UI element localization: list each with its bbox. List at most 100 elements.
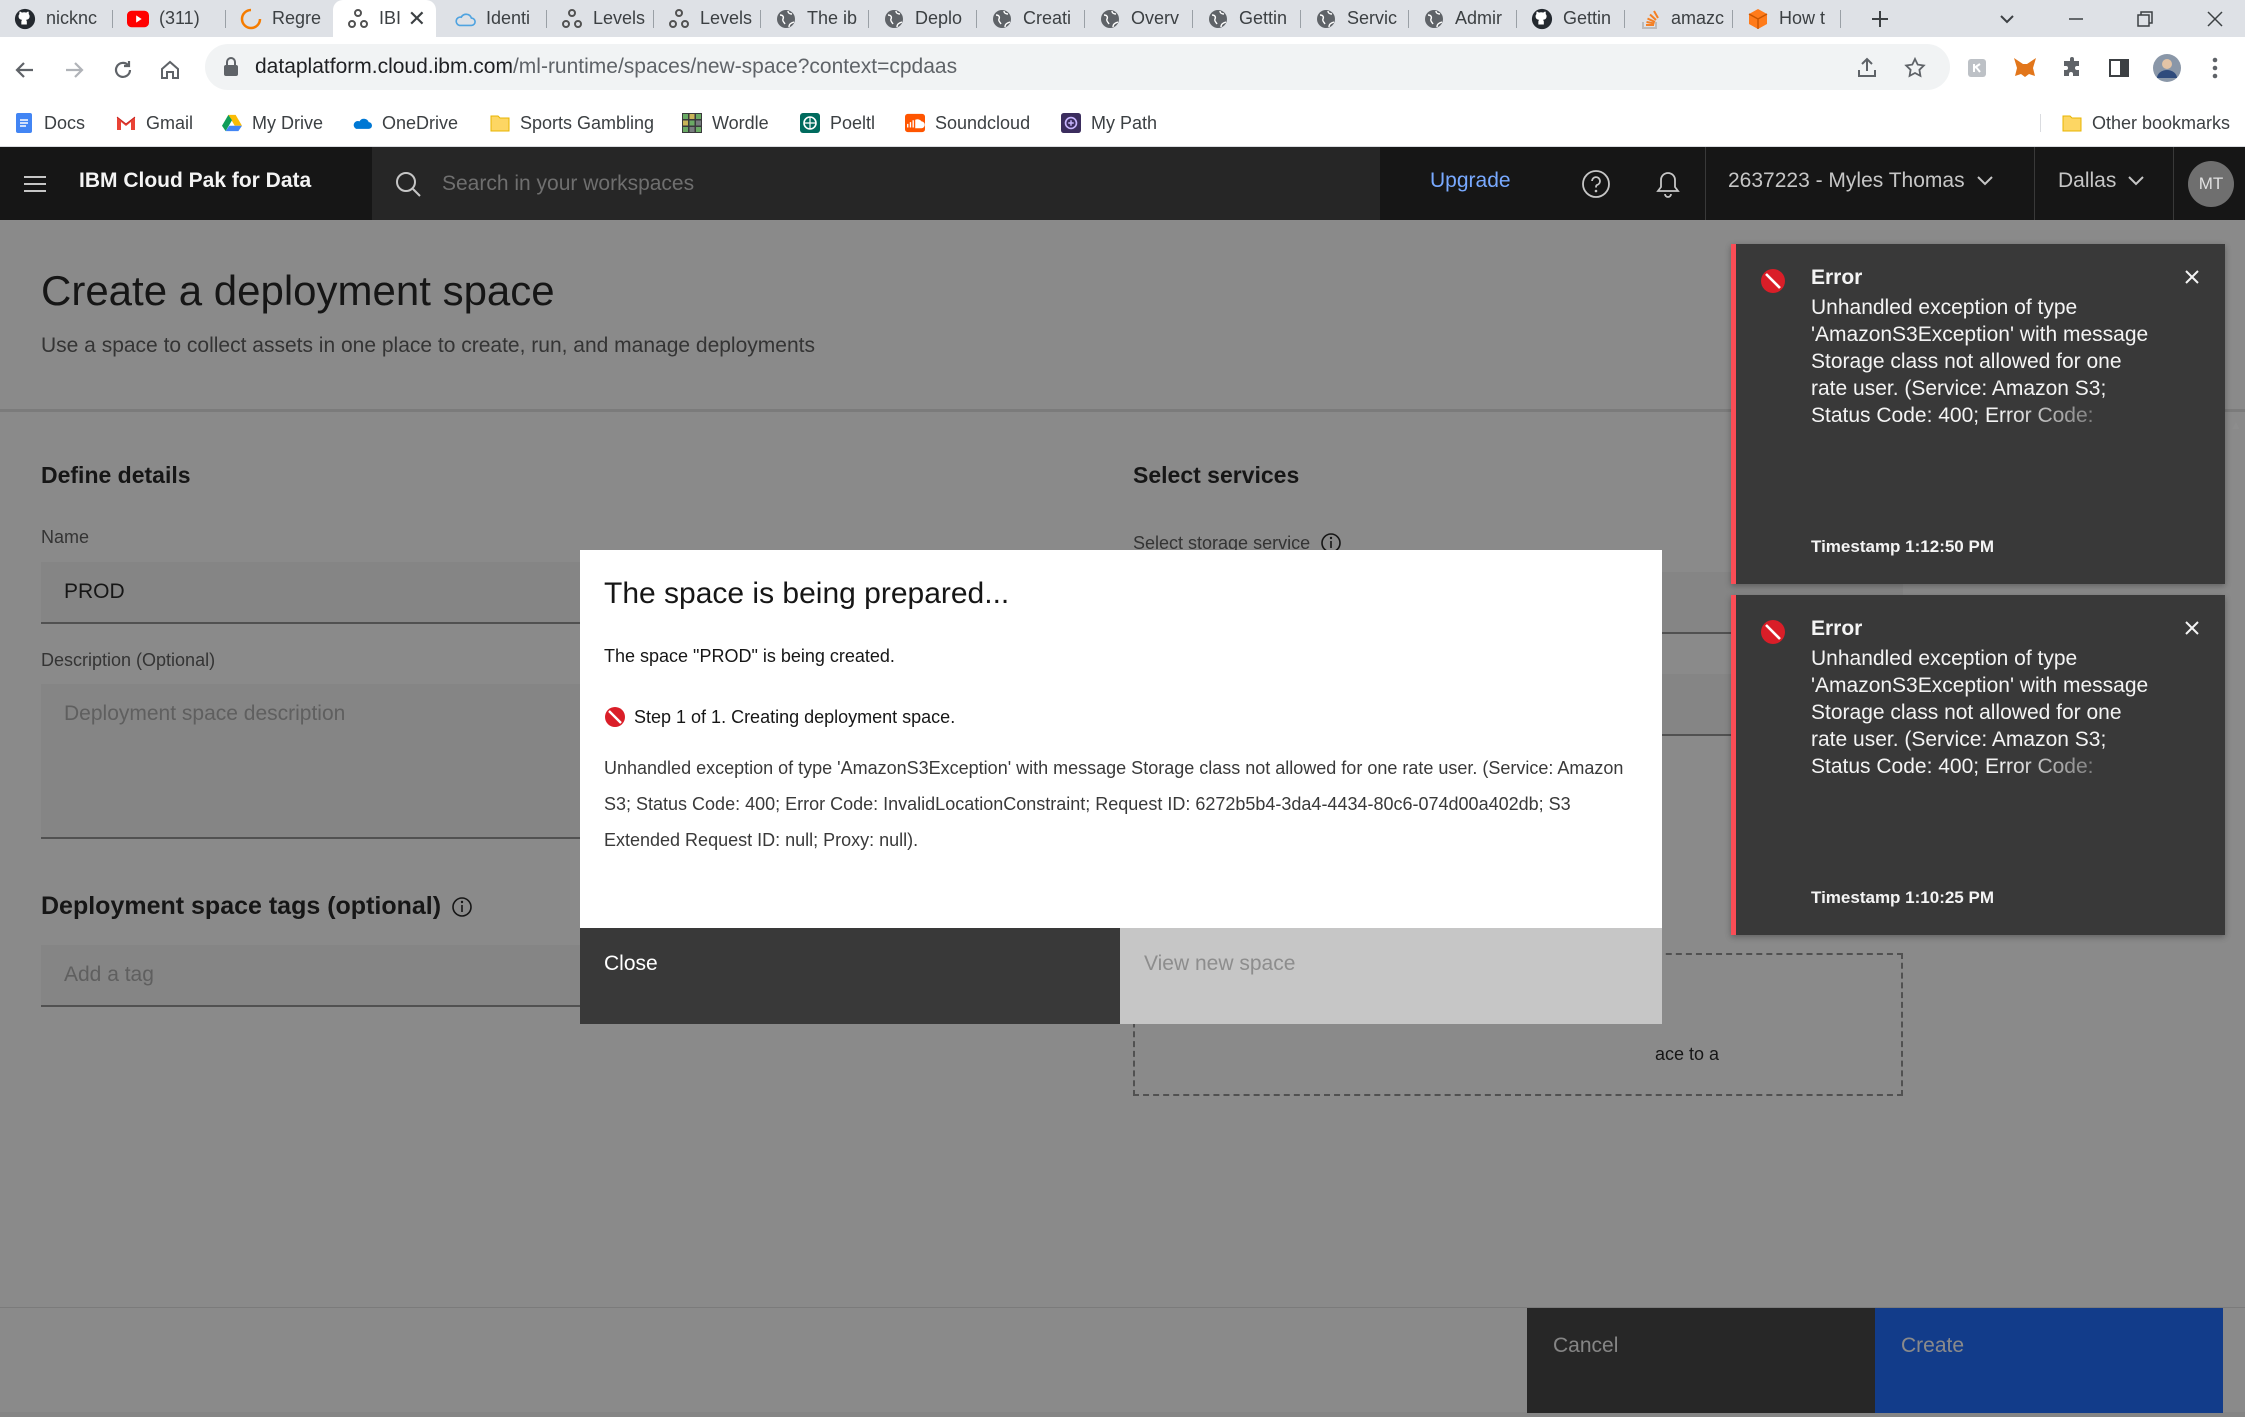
search-input[interactable] <box>442 171 1342 196</box>
youtube-icon <box>127 8 149 30</box>
tab-search-icon[interactable] <box>1982 0 2032 37</box>
browser-tab[interactable]: Creati <box>977 0 1084 37</box>
toast-timestamp: Timestamp 1:10:25 PM <box>1811 888 1994 907</box>
product-name[interactable]: IBM Cloud Pak for Data <box>79 169 311 193</box>
forward-icon[interactable] <box>51 47 97 93</box>
browser-tab[interactable]: Servic <box>1301 0 1408 37</box>
home-icon[interactable] <box>147 47 193 93</box>
toast-close-icon[interactable] <box>2183 619 2201 637</box>
bookmark-sports-gambling[interactable]: Sports Gambling <box>490 106 654 140</box>
toast-fade <box>1811 402 2151 432</box>
reload-icon[interactable] <box>100 47 146 93</box>
header-divider <box>2173 147 2174 220</box>
help-icon[interactable] <box>1573 161 1619 207</box>
bookmark-wordle[interactable]: Wordle <box>682 106 769 140</box>
share-icon[interactable] <box>1850 51 1884 85</box>
hamburger-menu-icon[interactable] <box>12 161 58 207</box>
browser-tab[interactable]: Regre <box>226 0 333 37</box>
browser-tab[interactable]: The ib <box>761 0 868 37</box>
region-switcher[interactable]: Dallas <box>2058 169 2145 193</box>
browser-tab[interactable]: Overv <box>1085 0 1192 37</box>
url-path: /ml-runtime/spaces/new-space?context=cpd… <box>512 55 958 78</box>
address-bar[interactable]: dataplatform.cloud.ibm.com/ml-runtime/sp… <box>205 44 1950 90</box>
modal-error-message: Unhandled exception of type 'AmazonS3Exc… <box>604 758 1624 850</box>
browser-tab[interactable]: (311) <box>113 0 225 37</box>
globe-icon <box>1423 8 1445 30</box>
bookmark-other-bookmarks[interactable]: Other bookmarks <box>2062 106 2230 140</box>
browser-tab[interactable]: Gettin <box>1193 0 1300 37</box>
gmail-icon <box>116 113 136 133</box>
error-icon <box>604 706 626 728</box>
bookmark-label: Poeltl <box>830 112 876 133</box>
browser-tab[interactable]: Deplo <box>869 0 976 37</box>
browser-tab-active[interactable]: IBI ✕ <box>333 0 436 37</box>
profile-avatar-icon[interactable] <box>2150 51 2184 85</box>
toast-title: Error <box>1811 266 1863 289</box>
progress-modal: The space is being prepared... The space… <box>580 550 1662 1024</box>
tab-separator <box>1840 10 1841 28</box>
bookmark-my-drive[interactable]: My Drive <box>222 106 323 140</box>
account-name: 2637223 - Myles Thomas <box>1728 169 1965 192</box>
browser-menu-icon[interactable] <box>2198 51 2232 85</box>
tab-label: Overv <box>1131 8 1180 28</box>
browser-tab[interactable]: How t <box>1733 0 1840 37</box>
tab-label: Gettin <box>1563 8 1612 28</box>
docs-icon <box>14 113 34 133</box>
bookmark-soundcloud[interactable]: Soundcloud <box>905 106 1030 140</box>
toast-title: Error <box>1811 617 1863 640</box>
bookmark-label: Docs <box>44 112 86 133</box>
tab-label: nicknc <box>46 8 98 28</box>
browser-tab[interactable]: Gettin <box>1517 0 1624 37</box>
restore-icon[interactable] <box>2120 0 2170 37</box>
close-button[interactable]: Close <box>580 928 1120 1024</box>
tab-label: (311) <box>159 8 200 28</box>
drive-icon <box>222 113 242 133</box>
browser-tab[interactable]: Admir <box>1409 0 1516 37</box>
bookmark-label: Wordle <box>712 112 769 133</box>
browser-tab[interactable]: Identi <box>440 0 546 37</box>
extensions-puzzle-icon[interactable] <box>2055 51 2089 85</box>
upgrade-link[interactable]: Upgrade <box>1430 169 1511 193</box>
minimize-icon[interactable] <box>2051 0 2101 37</box>
side-panel-icon[interactable] <box>2102 51 2136 85</box>
new-tab-icon[interactable] <box>1855 0 1905 37</box>
window-close-icon[interactable] <box>2190 0 2240 37</box>
globe-icon <box>1099 8 1121 30</box>
browser-tab[interactable]: nicknc <box>0 0 112 37</box>
browser-tab[interactable]: Levels <box>654 0 760 37</box>
metamask-icon[interactable] <box>2008 51 2042 85</box>
tab-label: Identi <box>486 8 531 28</box>
bookmark-label: Other bookmarks <box>2092 112 2231 133</box>
toast-close-icon[interactable] <box>2183 268 2201 286</box>
browser-tab[interactable]: Levels <box>547 0 653 37</box>
scroll-up-icon[interactable]: ▲ <box>2230 418 2242 432</box>
bookmark-label: My Path <box>1091 112 1158 133</box>
notification-bell-icon[interactable] <box>1645 161 1691 207</box>
user-avatar[interactable]: MT <box>2188 161 2234 207</box>
bookmark-star-icon[interactable] <box>1898 51 1932 85</box>
modal-title: The space is being prepared... <box>604 577 1010 610</box>
bookmark-my-path[interactable]: My Path <box>1061 106 1157 140</box>
bookmark-onedrive[interactable]: OneDrive <box>352 106 458 140</box>
error-toast: Error Unhandled exception of type 'Amazo… <box>1731 244 2225 584</box>
back-icon[interactable] <box>2 47 48 93</box>
bookmark-label: Sports Gambling <box>520 112 655 133</box>
account-switcher[interactable]: 2637223 - Myles Thomas <box>1728 169 1993 193</box>
browser-tab-strip: nicknc (311) Regre IBI ✕ Identi Levels L… <box>0 0 2245 37</box>
bookmark-gmail[interactable]: Gmail <box>116 106 193 140</box>
stackoverflow-icon <box>1639 8 1661 30</box>
bookmark-poeltl[interactable]: Poeltl <box>800 106 875 140</box>
tab-close-icon[interactable]: ✕ <box>408 6 426 32</box>
browser-tab[interactable]: amazc <box>1625 0 1732 37</box>
ibm-icon <box>561 8 583 30</box>
error-icon <box>1760 268 1786 294</box>
view-new-space-button[interactable]: View new space <box>1120 928 1662 1024</box>
tab-label: IBI <box>379 8 402 28</box>
bookmark-label: My Drive <box>252 112 323 133</box>
tab-label: amazc <box>1671 8 1725 28</box>
extension-grey-icon[interactable] <box>1960 51 1994 85</box>
bookmark-docs[interactable]: Docs <box>14 106 85 140</box>
modal-step-text: Step 1 of 1. Creating deployment space. <box>634 706 956 727</box>
poeltl-icon <box>800 113 820 133</box>
bookmark-label: Gmail <box>146 112 194 133</box>
